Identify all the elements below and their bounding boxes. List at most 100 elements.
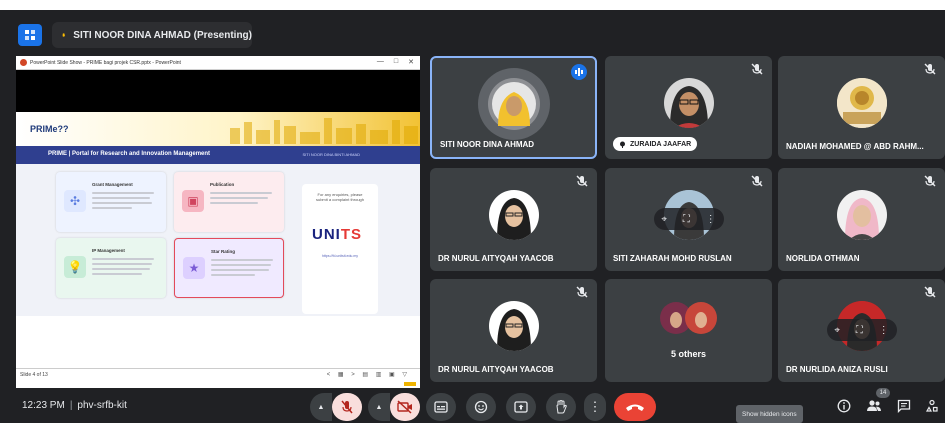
slide-counter: Slide 4 of 13: [20, 372, 48, 378]
mic-off-icon: [924, 175, 936, 187]
slide-banner: PRIMe??: [16, 112, 420, 146]
people-icon: [867, 400, 881, 411]
participant-name: NADIAH MOHAMED @ ABD RAHM...: [786, 142, 924, 151]
others-tile[interactable]: 5 others: [605, 279, 772, 382]
raised-hand-icon: [62, 33, 66, 37]
card-title: Publication: [210, 182, 235, 187]
participant-tile[interactable]: ZURAIDA JAAFAR: [605, 56, 772, 159]
activities-button[interactable]: [922, 396, 942, 416]
others-count-label: 5 others: [670, 349, 706, 359]
card-text-line: [210, 202, 258, 204]
powerpoint-window-title: PowerPoint Slide Show - PRIME bagi proje…: [30, 59, 181, 66]
card-text-line: [211, 269, 269, 271]
present-now-button[interactable]: [506, 393, 536, 421]
people-button[interactable]: [864, 396, 884, 416]
participant-name-chip: ZURAIDA JAAFAR: [613, 137, 698, 151]
tile-hover-controls[interactable]: ⌖ ⛶ ⋮: [653, 208, 724, 230]
card-text-line: [92, 263, 152, 265]
star-rating-card: ★ Star Rating: [174, 238, 284, 298]
avatar: [488, 190, 539, 240]
avatar: [836, 190, 887, 240]
meeting-info: 12:23 PM | phv-srfb-kit: [22, 400, 127, 411]
mic-off-icon: [576, 175, 588, 187]
avatar: [488, 301, 539, 351]
card-text-line: [92, 258, 154, 260]
captions-icon: [434, 401, 448, 413]
slide: PRIMe?? PRIME | Portal for Research and …: [16, 112, 420, 388]
grant-icon: ✣: [64, 190, 86, 212]
pin-icon[interactable]: ⌖: [661, 214, 667, 225]
caret-up-icon: ▲: [317, 403, 325, 411]
portal-title: PRIME | Portal for Research and Innovati…: [48, 151, 211, 157]
mic-off-icon: [751, 175, 763, 187]
meeting-details-button[interactable]: [834, 396, 854, 416]
leave-call-button[interactable]: [614, 393, 656, 421]
card-text-line: [92, 197, 150, 199]
raise-hand-button[interactable]: [546, 393, 576, 421]
unit-logo: UNITS: [312, 226, 362, 243]
participant-name: NORLIDA OTHMAN: [786, 254, 860, 263]
participant-tile[interactable]: NORLIDA OTHMAN: [778, 168, 945, 271]
participant-name: DR NURUL AITYQAH YAACOB: [438, 365, 554, 374]
window-controls: — □ ✕: [377, 58, 414, 66]
participant-name: DR NURUL AITYQAH YAACOB: [438, 254, 554, 263]
card-text-line: [92, 192, 154, 194]
camera-off-icon: [397, 400, 412, 414]
meet-header: SITI NOOR DINA AHMAD (Presenting): [0, 10, 945, 50]
maximize-icon[interactable]: □: [394, 58, 398, 66]
slide-nav-bar: PRIME | Portal for Research and Innovati…: [16, 146, 420, 164]
meeting-code: phv-srfb-kit: [77, 400, 127, 411]
ip-icon: 💡: [64, 256, 86, 278]
prime-logo: PRIMe??: [30, 124, 69, 134]
caret-up-icon: ▲: [375, 403, 383, 411]
pin-icon[interactable]: ⌖: [834, 325, 840, 336]
card-text-line: [210, 192, 272, 194]
microphone-toggle-button[interactable]: [332, 393, 362, 421]
ip-management-card: 💡 IP Management: [56, 238, 166, 298]
card-text-line: [211, 274, 255, 276]
user-name-label: SITI NOOR DINA BINTI AHMAD: [302, 152, 360, 157]
participant-tile[interactable]: SITI NOOR DINA AHMAD: [430, 56, 597, 159]
emoji-icon: [474, 400, 488, 414]
captions-button[interactable]: [426, 393, 456, 421]
end-call-icon: [626, 404, 644, 411]
raise-hand-icon: [556, 400, 567, 414]
presenting-label: SITI NOOR DINA AHMAD (Presenting): [73, 29, 252, 41]
chat-button[interactable]: [894, 396, 914, 416]
tile-hover-controls[interactable]: ⌖ ⛶ ⋮: [826, 319, 897, 341]
fullscreen-icon[interactable]: ⛶: [683, 214, 690, 225]
close-icon[interactable]: ✕: [408, 58, 414, 66]
card-title: IP Management: [92, 248, 125, 253]
participant-tile[interactable]: ⌖ ⛶ ⋮ DR NURLIDA ANIZA RUSLI: [778, 279, 945, 382]
fullscreen-icon[interactable]: ⛶: [856, 325, 863, 336]
participant-tile[interactable]: NADIAH MOHAMED @ ABD RAHM...: [778, 56, 945, 159]
participant-tile[interactable]: ⌖ ⛶ ⋮ SITI ZAHARAH MOHD RUSLAN: [605, 168, 772, 271]
presenting-chip[interactable]: SITI NOOR DINA AHMAD (Presenting): [52, 22, 252, 48]
companion-mode-icon[interactable]: [18, 24, 42, 46]
mic-off-icon: [924, 286, 936, 298]
card-text-line: [92, 268, 150, 270]
avatar: [836, 78, 887, 128]
star-icon: ★: [183, 257, 205, 279]
unit-link: https://fd.unitsit.edu.my: [322, 254, 358, 258]
speaking-indicator-icon: [571, 64, 587, 80]
chat-icon: [897, 399, 911, 413]
more-options-icon[interactable]: ⋮: [879, 325, 889, 336]
skyline-graphic: [230, 118, 418, 144]
video-settings-button[interactable]: ▲: [368, 393, 390, 421]
participant-tile[interactable]: DR NURUL AITYQAH YAACOB: [430, 279, 597, 382]
more-options-icon[interactable]: ⋮: [706, 214, 716, 225]
card-text-line: [92, 202, 152, 204]
mic-off-icon: [924, 63, 936, 75]
audio-settings-button[interactable]: ▲: [310, 393, 332, 421]
slideshow-controls[interactable]: < ▦ > ▤ ▥ ▣ ▽: [327, 371, 410, 378]
present-screen-icon: [514, 401, 528, 413]
card-text-line: [210, 197, 268, 199]
powerpoint-titlebar: PowerPoint Slide Show - PRIME bagi proje…: [16, 56, 420, 70]
camera-toggle-button[interactable]: [390, 393, 420, 421]
emoji-reactions-button[interactable]: [466, 393, 496, 421]
more-options-button[interactable]: ⋮: [584, 393, 606, 421]
minimize-icon[interactable]: —: [377, 58, 384, 66]
mic-off-icon: [341, 400, 353, 414]
participant-tile[interactable]: DR NURUL AITYQAH YAACOB: [430, 168, 597, 271]
